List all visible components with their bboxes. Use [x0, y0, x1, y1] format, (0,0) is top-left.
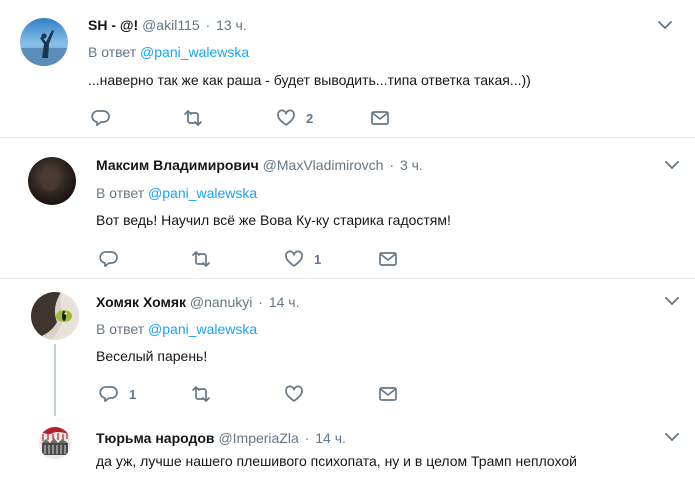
reply-mention[interactable]: @pani_walewska [148, 321, 257, 337]
author-handle[interactable]: @akil115 [142, 17, 200, 33]
timestamp[interactable]: 3 ч. [400, 157, 423, 173]
reply-button[interactable]: 1 [99, 383, 136, 405]
reply-mention[interactable]: @pani_walewska [148, 185, 257, 201]
chevron-down-icon[interactable] [657, 19, 673, 31]
like-count: 1 [314, 251, 322, 267]
separator-dot: · [389, 157, 395, 173]
timestamp[interactable]: 14 ч. [269, 294, 300, 310]
reply-mention[interactable]: @pani_walewska [140, 44, 249, 60]
like-button[interactable] [284, 383, 314, 405]
avatar[interactable] [39, 427, 71, 459]
avatar-image [39, 427, 71, 459]
retweet-button[interactable] [183, 107, 213, 129]
dm-button[interactable] [370, 107, 390, 129]
chevron-down-icon[interactable] [664, 295, 680, 307]
author-name[interactable]: SH - @! [88, 17, 138, 33]
retweet-icon [192, 386, 210, 402]
tweet-text: Веселый парень! [96, 348, 208, 364]
author-handle[interactable]: @ImperiaZla [218, 430, 298, 446]
chevron-down-icon[interactable] [664, 159, 680, 171]
reply-context: В ответ @pani_walewska [96, 184, 257, 202]
reply-prefix: В ответ [96, 321, 145, 337]
dm-button[interactable] [378, 248, 398, 270]
author-name[interactable]: Максим Владимирович [96, 157, 259, 173]
separator-dot: · [205, 17, 211, 33]
avatar[interactable] [28, 157, 76, 205]
reply-icon [91, 110, 110, 127]
heart-icon [285, 385, 303, 402]
tweet-actions: 2 [88, 107, 408, 131]
tweet-text: Вот ведь! Научил всё же Вова Ку-ку стари… [96, 212, 451, 228]
author-name[interactable]: Тюрьма народов [96, 430, 215, 446]
dm-button[interactable] [378, 383, 398, 405]
reply-icon [99, 386, 118, 403]
author-handle[interactable]: @nanukyi [190, 294, 252, 310]
thread-connector [54, 344, 56, 416]
author-name[interactable]: Хомяк Хомяк [96, 294, 186, 310]
tweet-text: да уж, лучше нашего плешивого психопата,… [96, 453, 577, 469]
author-handle[interactable]: @MaxVladimirovch [263, 157, 384, 173]
reply-context: В ответ @pani_walewska [88, 43, 249, 61]
tweet[interactable]: Максим Владимирович @MaxVladimirovch · 3… [0, 138, 695, 278]
tweet[interactable]: Хомяк Хомяк @nanukyi · 14 ч. В ответ @pa… [0, 279, 695, 419]
reply-context: В ответ @pani_walewska [96, 320, 257, 338]
chevron-down-icon[interactable] [664, 431, 680, 443]
tweet-actions: 1 [96, 383, 416, 407]
retweet-button[interactable] [191, 383, 221, 405]
avatar[interactable] [20, 18, 68, 66]
reply-prefix: В ответ [88, 44, 137, 60]
avatar-image [31, 292, 79, 340]
avatar-image [20, 18, 68, 66]
tweet-text: ...наверно так же как раша - будет вывод… [88, 72, 531, 88]
retweet-icon [192, 251, 210, 267]
envelope-icon [379, 252, 397, 266]
like-button[interactable]: 2 [276, 107, 313, 129]
timestamp[interactable]: 13 ч. [216, 17, 247, 33]
envelope-icon [371, 111, 389, 125]
separator-dot: · [304, 430, 310, 446]
tweet-actions: 1 [96, 248, 416, 272]
envelope-icon [379, 387, 397, 401]
like-count: 2 [306, 110, 314, 126]
tweet[interactable]: SH - @! @akil115 · 13 ч. В ответ @pani_w… [0, 0, 695, 137]
reply-button[interactable] [91, 107, 121, 129]
retweet-button[interactable] [191, 248, 221, 270]
retweet-icon [184, 110, 202, 126]
separator-dot: · [258, 294, 263, 310]
heart-icon [285, 250, 303, 267]
reply-icon [99, 251, 118, 268]
avatar-image [28, 157, 76, 205]
timestamp[interactable]: 14 ч. [315, 430, 346, 446]
avatar[interactable] [31, 292, 79, 340]
like-button[interactable]: 1 [284, 248, 321, 270]
reply-count: 1 [129, 386, 137, 402]
reply-button[interactable] [99, 248, 129, 270]
heart-icon [277, 109, 295, 126]
tweet[interactable]: Тюрьма народов @ImperiaZla · 14 ч. да уж… [0, 419, 695, 485]
reply-prefix: В ответ [96, 185, 145, 201]
